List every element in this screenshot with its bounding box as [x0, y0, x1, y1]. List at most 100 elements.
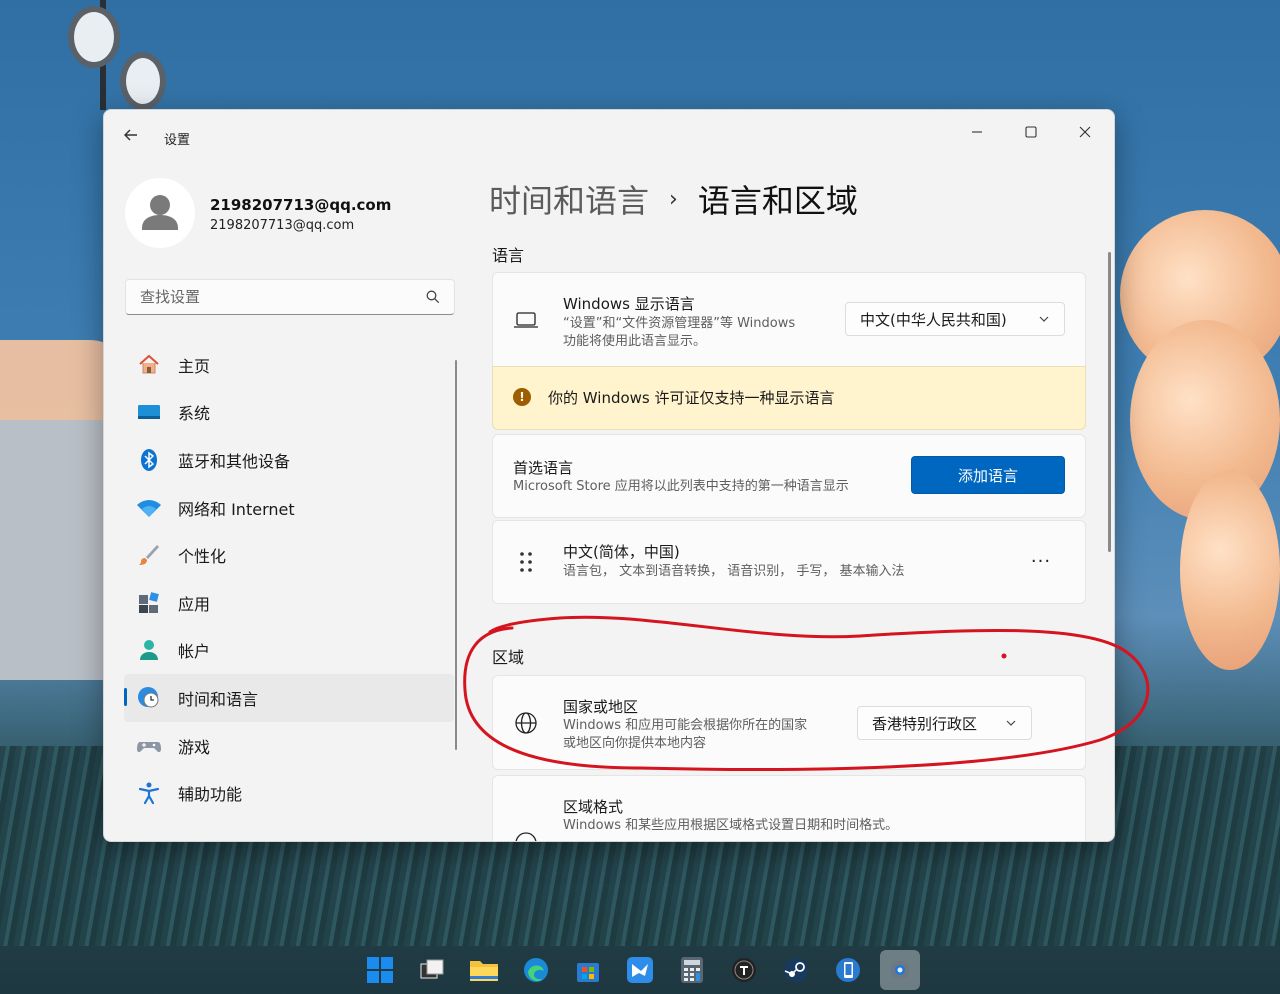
search-icon[interactable]: [426, 290, 440, 304]
preferred-languages-card: 首选语言 Microsoft Store 应用将以此列表中支持的第一种语言显示 …: [492, 434, 1086, 518]
section-title-region: 区域: [492, 648, 525, 667]
sidebar-scrollbar[interactable]: [455, 360, 457, 750]
phone-link-button[interactable]: [828, 950, 868, 990]
more-options-button[interactable]: ···: [1026, 546, 1056, 576]
windows-logo-icon: [367, 957, 393, 983]
country-region-card: 国家或地区 Windows 和应用可能会根据你所在的国家 或地区向你提供本地内容…: [492, 675, 1086, 770]
minimize-icon: [972, 131, 982, 133]
sidebar-item-system[interactable]: 系统: [124, 389, 454, 437]
sidebar-item-label: 应用: [178, 594, 211, 614]
store-icon: [577, 963, 599, 982]
installed-language-name: 中文(简体，中国): [563, 543, 680, 561]
settings-taskbar-button[interactable]: [880, 950, 920, 990]
drag-handle-icon[interactable]: [513, 549, 539, 575]
installed-language-card[interactable]: 中文(简体，中国) 语言包， 文本到语音转换， 语音识别， 手写， 基本输入法 …: [492, 520, 1086, 604]
calculator-icon: [681, 957, 703, 983]
steam-icon: [784, 958, 808, 982]
add-language-button[interactable]: 添加语言: [911, 456, 1065, 494]
task-view-button[interactable]: [412, 950, 452, 990]
calculator-button[interactable]: [672, 950, 712, 990]
wallpaper-truck-body: [0, 420, 110, 680]
maximize-icon: [1025, 126, 1037, 138]
bird-icon: [627, 957, 653, 983]
display-language-value: 中文(中华人民共和国): [860, 310, 1007, 329]
antenna-dish: [68, 6, 120, 68]
sidebar-item-gaming[interactable]: 游戏: [124, 722, 454, 770]
globe-icon: [513, 710, 539, 736]
sidebar-item-time-language[interactable]: 时间和语言: [124, 674, 454, 722]
settings-window: 设置 2198207713@qq.com 2198207713@qq.com 主…: [103, 109, 1115, 842]
country-region-value: 香港特别行政区: [872, 714, 978, 733]
user-icon: [142, 195, 178, 230]
country-region-dropdown[interactable]: 香港特别行政区: [857, 706, 1032, 740]
search-box[interactable]: [125, 279, 455, 315]
country-region-title: 国家或地区: [563, 698, 639, 716]
preferred-languages-title: 首选语言: [513, 459, 574, 477]
sidebar-item-label: 个性化: [178, 547, 227, 567]
search-input[interactable]: [138, 287, 422, 307]
start-button[interactable]: [360, 950, 400, 990]
antenna-dish: [120, 52, 166, 110]
edge-icon: [524, 958, 548, 982]
sidebar-item-label: 游戏: [178, 737, 211, 757]
regional-format-card[interactable]: 区域格式 Windows 和某些应用根据区域格式设置日期和时间格式。: [492, 775, 1086, 841]
back-button[interactable]: [118, 126, 144, 150]
license-warning: ! 你的 Windows 许可证仅支持一种显示语言: [492, 366, 1086, 430]
breadcrumb-parent[interactable]: 时间和语言: [489, 176, 649, 222]
system-icon: [136, 399, 162, 425]
chevron-down-icon: [1006, 720, 1016, 726]
wallpaper-cloud: [1180, 470, 1280, 670]
sidebar-item-apps[interactable]: 应用: [124, 579, 454, 627]
file-explorer-button[interactable]: [464, 950, 504, 990]
display-language-card: Windows 显示语言 “设置”和“文件资源管理器”等 Windows 功能将…: [492, 272, 1086, 367]
regional-format-title: 区域格式: [563, 798, 624, 816]
globe-clock-icon: [513, 830, 539, 841]
accessibility-icon: [136, 780, 162, 806]
sidebar-item-label: 主页: [178, 356, 211, 376]
avatar[interactable]: [125, 178, 195, 248]
chevron-down-icon: [1039, 316, 1049, 322]
wifi-icon: [136, 495, 162, 521]
steam-button[interactable]: [776, 950, 816, 990]
breadcrumb-separator: ›: [669, 186, 678, 212]
laptop-icon: [513, 307, 539, 333]
breadcrumb: 时间和语言 › 语言和区域: [489, 176, 858, 222]
sidebar-item-bluetooth[interactable]: 蓝牙和其他设备: [124, 436, 454, 484]
back-arrow-icon: [124, 129, 137, 141]
profile-email: 2198207713@qq.com: [210, 218, 355, 233]
edge-browser-button[interactable]: [516, 950, 556, 990]
app-title: 设置: [164, 133, 191, 148]
minimize-button[interactable]: [954, 116, 1000, 148]
sidebar-item-network[interactable]: 网络和 Internet: [124, 484, 454, 532]
country-region-desc-1: Windows 和应用可能会根据你所在的国家: [563, 718, 808, 733]
phone-icon: [836, 958, 860, 982]
page-title: 语言和区域: [697, 182, 858, 220]
display-language-dropdown[interactable]: 中文(中华人民共和国): [845, 302, 1065, 336]
maximize-button[interactable]: [1008, 116, 1054, 148]
warning-icon: !: [513, 388, 531, 406]
sidebar-item-label: 帐户: [178, 642, 211, 662]
sidebar-item-label: 辅助功能: [178, 785, 243, 805]
display-language-desc-2: 功能将使用此语言显示。: [563, 334, 707, 349]
content-scrollbar[interactable]: [1108, 252, 1111, 552]
folder-icon: [470, 961, 498, 981]
close-button[interactable]: [1062, 116, 1108, 148]
sidebar-item-label: 蓝牙和其他设备: [178, 451, 291, 471]
microsoft-store-button[interactable]: [568, 950, 608, 990]
close-icon: [1079, 126, 1091, 138]
gamepad-icon: [136, 733, 162, 759]
regional-format-desc: Windows 和某些应用根据区域格式设置日期和时间格式。: [563, 818, 899, 833]
feishu-app-button[interactable]: [620, 950, 660, 990]
profile-name: 2198207713@qq.com: [210, 196, 392, 214]
country-region-desc-2: 或地区向你提供本地内容: [563, 736, 707, 751]
sidebar-item-label: 网络和 Internet: [178, 499, 295, 519]
sidebar-item-accounts[interactable]: 帐户: [124, 627, 454, 675]
sidebar-item-home[interactable]: 主页: [124, 341, 454, 389]
sidebar-item-label: 时间和语言: [178, 689, 259, 709]
bluetooth-icon: [136, 447, 162, 473]
typora-app-button[interactable]: [724, 950, 764, 990]
time-language-icon: [136, 685, 162, 711]
sidebar-item-personalization[interactable]: 个性化: [124, 531, 454, 579]
brush-icon: [136, 542, 162, 568]
sidebar-item-accessibility[interactable]: 辅助功能: [124, 769, 454, 817]
